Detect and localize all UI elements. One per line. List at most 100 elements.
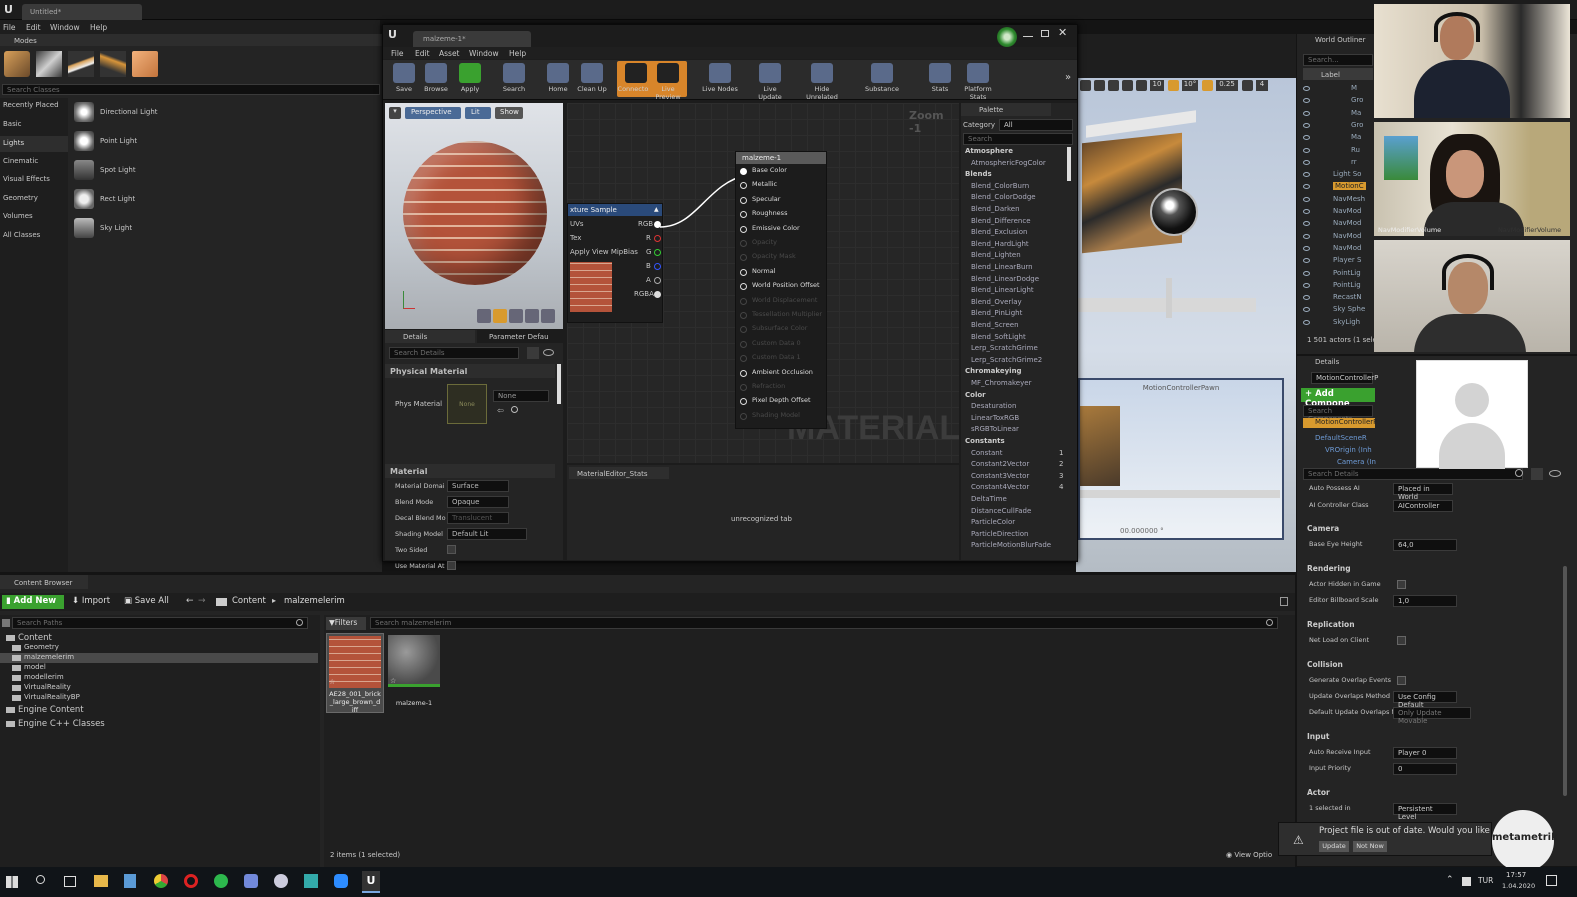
category-recently-placed[interactable]: Recently Placed bbox=[3, 101, 59, 109]
folder-tree-item[interactable]: VirtualReality bbox=[0, 683, 318, 693]
phys-material-thumbnail[interactable]: None bbox=[447, 384, 487, 424]
material-input-pin[interactable] bbox=[740, 240, 747, 247]
menu-file[interactable]: File bbox=[3, 23, 16, 32]
palette-category-dropdown[interactable]: All bbox=[999, 119, 1073, 131]
category-all-classes[interactable]: All Classes bbox=[3, 231, 40, 239]
palette-item[interactable]: Constant4Vector bbox=[971, 483, 1029, 491]
windows-start-icon[interactable] bbox=[6, 876, 18, 888]
search-classes-input[interactable]: Search Classes bbox=[2, 84, 380, 95]
filters-button[interactable]: ▼Filters bbox=[326, 617, 366, 630]
app-icon[interactable] bbox=[304, 874, 318, 888]
grid-view-icon[interactable] bbox=[527, 347, 539, 359]
me-menu-file[interactable]: File bbox=[391, 49, 404, 58]
cube-shape-icon[interactable] bbox=[525, 309, 539, 323]
detail-dropdown[interactable]: Placed in World bbox=[1393, 483, 1453, 501]
back-arrow-icon[interactable]: ← bbox=[186, 596, 194, 606]
scale-icon[interactable] bbox=[1108, 80, 1119, 91]
palette-item[interactable]: Blend_LinearBurn bbox=[971, 263, 1033, 271]
palette-item[interactable]: AtmosphericFogColor bbox=[971, 159, 1046, 167]
visibility-eye-icon[interactable] bbox=[1303, 110, 1310, 116]
material-editor-tab[interactable]: malzeme-1* bbox=[413, 31, 531, 47]
palette-tab[interactable]: Palette bbox=[961, 103, 1051, 116]
detail-value-field[interactable]: 0 bbox=[1393, 763, 1457, 775]
object-name-field[interactable]: MotionControllerP bbox=[1311, 372, 1378, 384]
outliner-item[interactable]: Gro bbox=[1351, 96, 1363, 104]
light-item-spot[interactable]: Spot Light bbox=[74, 160, 374, 182]
menu-help[interactable]: Help bbox=[90, 23, 107, 32]
visibility-eye-icon[interactable] bbox=[1303, 159, 1310, 165]
scale-snap-value[interactable]: 0.25 bbox=[1216, 80, 1238, 91]
landscape-mode-icon[interactable] bbox=[68, 51, 94, 77]
outliner-item[interactable]: PointLig bbox=[1333, 269, 1361, 277]
material-input-pin[interactable] bbox=[740, 384, 747, 391]
palette-category[interactable]: Color bbox=[965, 391, 986, 399]
paint-mode-icon[interactable] bbox=[36, 51, 62, 77]
me-menu-help[interactable]: Help bbox=[509, 49, 526, 58]
toolbar-live-nodes-button[interactable]: Live Nodes bbox=[701, 61, 739, 97]
folder-tree-item[interactable]: Engine C++ Classes bbox=[0, 719, 318, 729]
outliner-item[interactable]: NavMod bbox=[1333, 232, 1361, 240]
component-tree-item[interactable]: DefaultSceneR bbox=[1315, 434, 1367, 442]
toolbar-live-preview-button[interactable]: Live Preview bbox=[649, 61, 687, 101]
details-tab[interactable]: Details bbox=[385, 330, 475, 343]
detail-value-field[interactable]: Player 0 bbox=[1393, 747, 1457, 759]
detail-section-header[interactable]: Input bbox=[1307, 732, 1329, 741]
palette-item[interactable]: Blend_Screen bbox=[971, 321, 1019, 329]
palette-item[interactable]: Lerp_ScratchGrime bbox=[971, 344, 1038, 352]
menu-window[interactable]: Window bbox=[50, 23, 80, 32]
toolbar-home-button[interactable]: Home bbox=[539, 61, 577, 97]
me-menu-asset[interactable]: Asset bbox=[439, 49, 460, 58]
grid-snap-value[interactable]: 10 bbox=[1150, 80, 1164, 91]
translate-icon[interactable] bbox=[1080, 80, 1091, 91]
category-geometry[interactable]: Geometry bbox=[3, 194, 38, 202]
palette-category[interactable]: Chromakeying bbox=[965, 367, 1022, 375]
clock-time[interactable]: 17:57 bbox=[1506, 871, 1526, 879]
visibility-eye-icon[interactable] bbox=[1303, 172, 1310, 178]
palette-item[interactable]: Blend_ColorBurn bbox=[971, 182, 1029, 190]
visibility-eye-icon[interactable] bbox=[1303, 196, 1310, 202]
outliner-item[interactable]: Sky Sphe bbox=[1333, 305, 1365, 313]
material-input-pin[interactable] bbox=[740, 412, 747, 420]
search-icon[interactable] bbox=[36, 875, 45, 884]
folder-tree-item[interactable]: malzemelerim bbox=[0, 653, 318, 663]
lock-icon[interactable] bbox=[1280, 597, 1288, 606]
material-input-pin[interactable] bbox=[740, 283, 747, 291]
outliner-item[interactable]: rr bbox=[1351, 158, 1357, 166]
app-icon[interactable] bbox=[124, 874, 136, 888]
breadcrumb-content[interactable]: Content bbox=[232, 596, 266, 606]
toolbar-live-update-button[interactable]: Live Update bbox=[751, 61, 789, 101]
parameter-defaults-tab[interactable]: Parameter Defau bbox=[477, 330, 563, 343]
outliner-item[interactable]: M bbox=[1351, 84, 1357, 92]
light-item-point[interactable]: Point Light bbox=[74, 131, 374, 153]
language-indicator[interactable]: TUR bbox=[1478, 876, 1493, 885]
eye-icon[interactable] bbox=[543, 349, 554, 356]
outliner-item[interactable]: Player S bbox=[1333, 256, 1361, 264]
palette-item[interactable]: Lerp_ScratchGrime2 bbox=[971, 356, 1042, 364]
palette-item[interactable]: DistanceCullFade bbox=[971, 507, 1031, 515]
palette-item[interactable]: Blend_Overlay bbox=[971, 298, 1022, 306]
outliner-item[interactable]: Light So bbox=[1333, 170, 1361, 178]
eye-icon[interactable] bbox=[1549, 470, 1561, 477]
material-input-pin[interactable] bbox=[740, 182, 747, 190]
material-input-pin[interactable] bbox=[740, 326, 747, 334]
palette-item[interactable]: Blend_LinearLight bbox=[971, 286, 1034, 294]
material-property-dropdown[interactable]: Surface bbox=[447, 480, 509, 492]
phys-material-dropdown[interactable]: None bbox=[493, 390, 549, 402]
maximize-icon[interactable] bbox=[1041, 30, 1049, 37]
outliner-item[interactable]: RecastN bbox=[1333, 293, 1362, 301]
visibility-eye-icon[interactable] bbox=[1303, 221, 1310, 227]
visibility-eye-icon[interactable] bbox=[1303, 209, 1310, 214]
palette-item[interactable]: Constant bbox=[971, 449, 1002, 457]
material-input-pin[interactable] bbox=[740, 398, 747, 406]
detail-dropdown[interactable]: AIController bbox=[1393, 500, 1453, 512]
toolbar-clean-up-button[interactable]: Clean Up bbox=[573, 61, 611, 97]
spotify-icon[interactable] bbox=[214, 874, 228, 888]
component-tree-item[interactable]: VROrigin (Inh bbox=[1325, 446, 1372, 454]
material-input-pin[interactable] bbox=[740, 196, 747, 204]
green-record-icon[interactable] bbox=[997, 27, 1017, 47]
component-tree-item[interactable]: Camera (In bbox=[1337, 458, 1376, 466]
arrow-left-icon[interactable]: ⇦ bbox=[497, 406, 504, 415]
detail-section-header[interactable]: Camera bbox=[1307, 524, 1339, 533]
me-menu-window[interactable]: Window bbox=[469, 49, 499, 58]
browse-search-icon[interactable] bbox=[511, 406, 518, 413]
